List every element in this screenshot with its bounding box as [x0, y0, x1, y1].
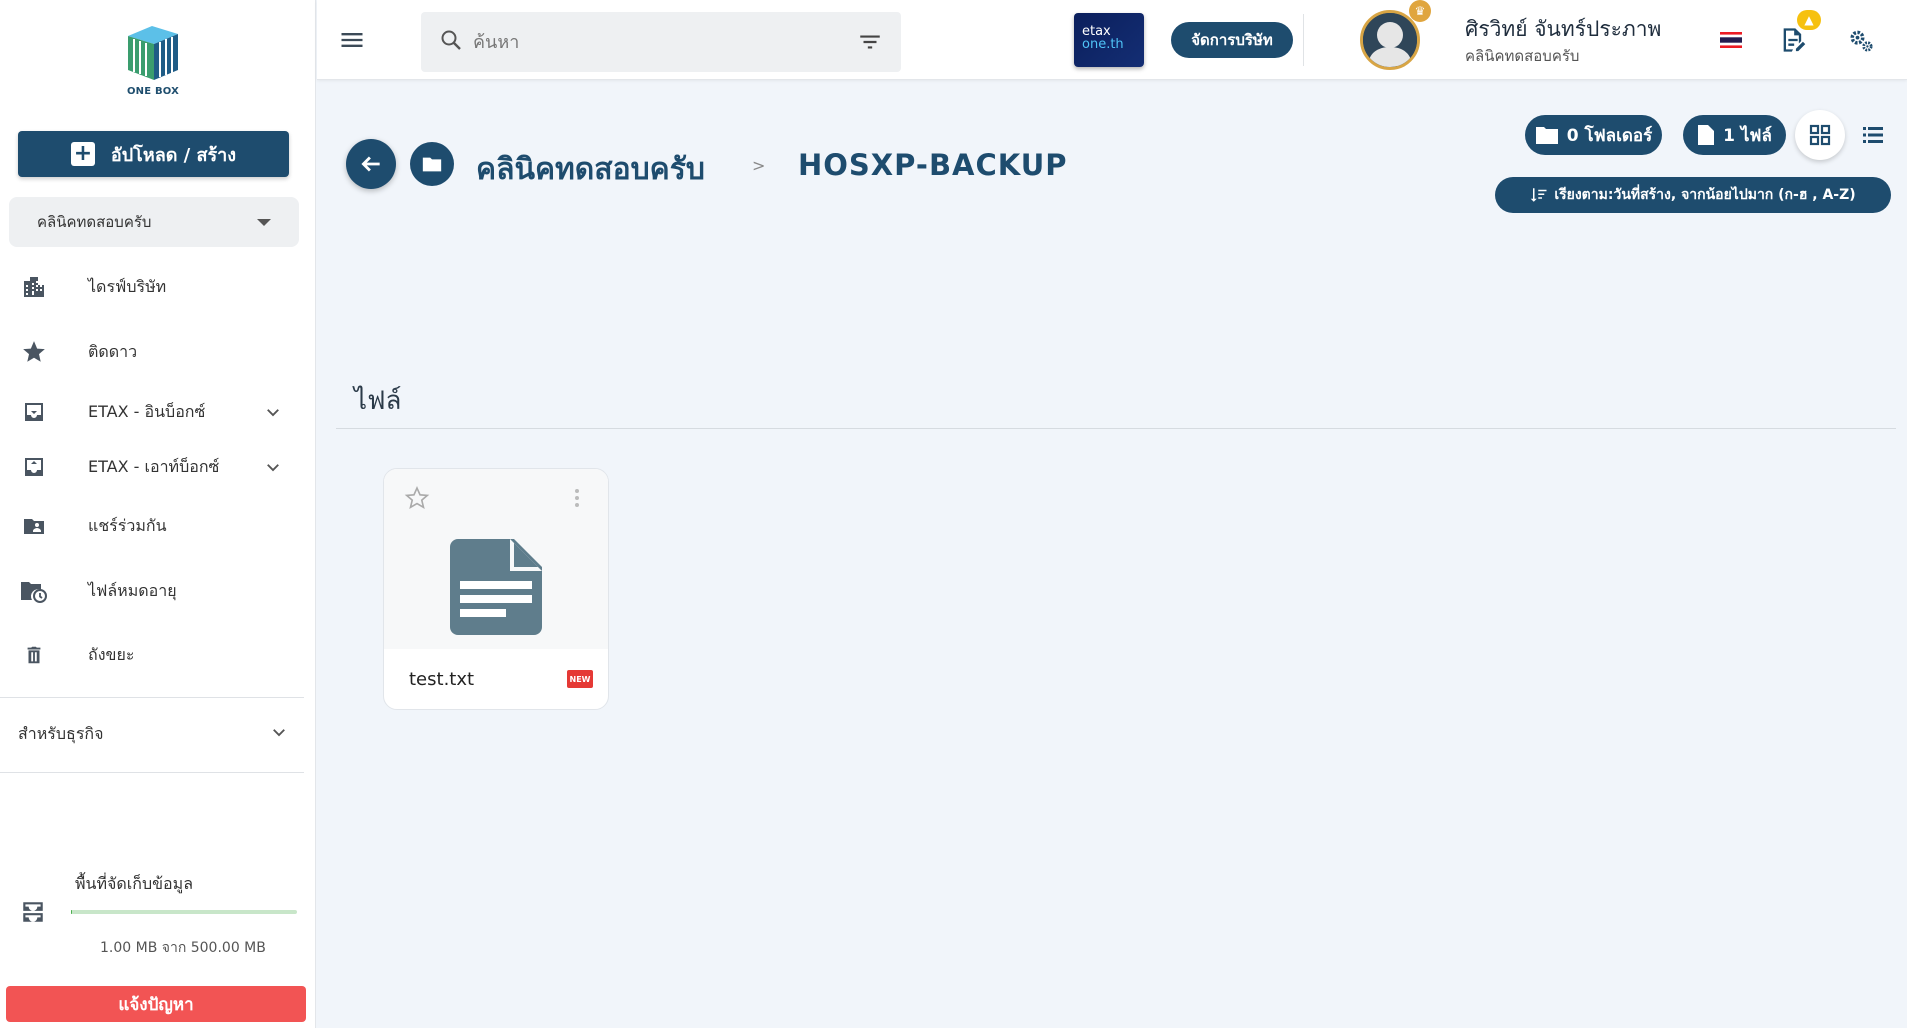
storage-usage-text: 1.00 MB จาก 500.00 MB	[100, 940, 266, 956]
folder-icon	[410, 142, 454, 186]
settings-gears-icon[interactable]	[1847, 26, 1875, 54]
onebox-logo[interactable]: ONE BOX	[118, 22, 188, 102]
report-problem-button[interactable]: แจ้งปัญหา	[6, 986, 306, 1022]
grid-view-button[interactable]	[1795, 110, 1845, 160]
storage-progress-bar	[71, 910, 297, 914]
folder-clock-icon	[20, 577, 48, 605]
inbox-in-icon	[20, 398, 48, 426]
sidebar-item-expired-files[interactable]: ไฟล์หมดอายุ	[0, 569, 300, 613]
search-input[interactable]	[473, 31, 857, 53]
new-badge: NEW	[567, 670, 593, 688]
sidebar-divider	[0, 772, 304, 773]
filter-icon[interactable]	[857, 29, 883, 55]
plus-icon: +	[70, 142, 95, 166]
company-select[interactable]: คลินิคทดสอบครับ	[9, 197, 299, 247]
onebox-logo-icon	[128, 26, 178, 80]
text-document-icon	[450, 539, 546, 639]
trash-icon	[20, 641, 48, 669]
sort-label: เรียงตาม:วันที่สร้าง, จากน้อยไปมาก (ก-ฮ …	[1554, 187, 1856, 203]
avatar[interactable]	[1360, 10, 1420, 70]
file-name: test.txt	[409, 669, 475, 690]
sidebar-item-starred[interactable]: ติดดาว	[0, 330, 300, 374]
folder-count-label: 0 โฟลเดอร์	[1566, 125, 1653, 146]
sidebar-item-etax-inbox[interactable]: ETAX - อินบ็อกซ์	[0, 390, 300, 434]
search-bar	[421, 12, 901, 72]
arrow-left-icon	[361, 156, 380, 172]
sidebar-item-company-drive[interactable]: ไดรฟ์บริษัท	[0, 265, 300, 309]
company-select-value: คลินิคทดสอบครับ	[37, 213, 152, 231]
notification-badge-icon: ▲	[1797, 10, 1821, 30]
back-button[interactable]	[346, 139, 396, 189]
more-vertical-icon[interactable]	[570, 485, 584, 511]
sidebar-item-label: ETAX - เอาท์บ็อกซ์	[88, 456, 220, 476]
search-icon	[439, 28, 463, 56]
topbar: etax one.th จัดการบริษัท ♛ ศิรวิทย์ จันท…	[317, 0, 1907, 80]
breadcrumb-separator: >	[752, 156, 766, 175]
sidebar-item-trash[interactable]: ถังขยะ	[0, 633, 300, 677]
sidebar-item-label: แชร์ร่วมกัน	[88, 515, 167, 535]
star-icon	[20, 338, 48, 366]
breadcrumb-parent[interactable]: คลินิคทดสอบครับ	[476, 146, 705, 193]
file-count-button[interactable]: 1 ไฟล์	[1683, 115, 1786, 155]
business-label: สำหรับธุรกิจ	[18, 723, 104, 743]
sidebar-item-shared[interactable]: แชร์ร่วมกัน	[0, 504, 300, 548]
chevron-down-icon[interactable]	[263, 457, 283, 477]
business-section-toggle[interactable]: สำหรับธุรกิจ	[18, 716, 288, 752]
file-icon	[1698, 125, 1715, 145]
breadcrumb-current: HOSXP-BACKUP	[798, 148, 1068, 182]
inbox-out-icon	[20, 453, 48, 481]
folder-count-button[interactable]: 0 โฟลเดอร์	[1525, 115, 1662, 155]
file-card[interactable]: test.txt NEW	[383, 468, 609, 710]
list-view-button[interactable]	[1858, 120, 1888, 150]
upload-create-label: อัปโหลด / สร้าง	[110, 144, 237, 166]
etax-logo-line2: one.th	[1082, 37, 1124, 52]
sidebar-item-label: ETAX - อินบ็อกซ์	[88, 401, 206, 421]
document-edit-icon[interactable]	[1779, 26, 1807, 54]
sidebar-item-label: ไฟล์หมดอายุ	[88, 580, 177, 600]
crown-icon: ♛	[1409, 0, 1431, 22]
grid-view-icon	[1809, 124, 1831, 146]
sidebar-item-label: ถังขยะ	[88, 644, 135, 664]
sidebar-divider	[0, 697, 304, 698]
file-count-label: 1 ไฟล์	[1723, 125, 1772, 146]
building-icon	[20, 273, 48, 301]
storage-icon	[20, 899, 46, 925]
sort-button[interactable]: เรียงตาม:วันที่สร้าง, จากน้อยไปมาก (ก-ฮ …	[1495, 177, 1891, 213]
storage-title: พื้นที่จัดเก็บข้อมูล	[75, 874, 194, 893]
files-section-title: ไฟล์	[354, 386, 402, 416]
topbar-divider	[1303, 14, 1304, 66]
user-organization: คลินิคทดสอบครับ	[1465, 47, 1580, 65]
sidebar-item-label: ติดดาว	[88, 341, 138, 361]
chevron-down-icon	[270, 723, 288, 745]
caret-down-icon	[257, 218, 271, 226]
hamburger-menu-icon[interactable]	[338, 26, 366, 54]
chevron-down-icon[interactable]	[263, 402, 283, 422]
etax-logo[interactable]: etax one.th	[1074, 13, 1144, 67]
sidebar-item-etax-outbox[interactable]: ETAX - เอาท์บ็อกซ์	[0, 445, 300, 489]
sort-icon	[1531, 188, 1547, 202]
shared-folder-icon	[20, 512, 48, 540]
files-section-divider	[336, 428, 1896, 429]
storage-progress-fill	[71, 910, 73, 914]
list-view-icon	[1863, 127, 1883, 143]
sidebar-item-label: ไดรฟ์บริษัท	[88, 276, 167, 296]
user-name: ศิรวิทย์ จันทร์ประภาพ	[1465, 17, 1662, 41]
manage-company-button[interactable]: จัดการบริษัท	[1171, 22, 1293, 58]
logo-text: ONE BOX	[126, 86, 180, 97]
star-outline-icon[interactable]	[404, 485, 430, 511]
upload-create-button[interactable]: + อัปโหลด / สร้าง	[18, 131, 289, 177]
sidebar: ONE BOX + อัปโหลด / สร้าง คลินิคทดสอบครั…	[0, 0, 316, 1028]
folder-icon	[1535, 127, 1558, 144]
thai-flag-icon[interactable]	[1720, 32, 1742, 48]
